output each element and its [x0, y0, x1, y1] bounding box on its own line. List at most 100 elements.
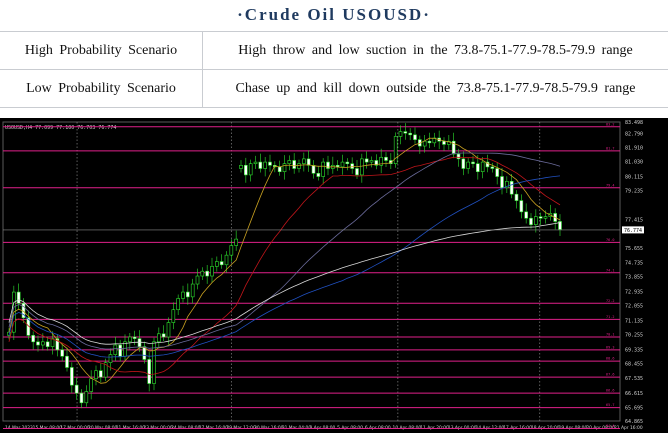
candle-body [108, 354, 113, 363]
candle-body [476, 163, 480, 173]
candle-body [219, 261, 224, 266]
candle-body [466, 161, 470, 169]
candle-body [244, 164, 248, 176]
level-label: 83.2 [606, 122, 614, 126]
candle-body [113, 344, 118, 355]
candle-body [398, 131, 403, 137]
candle-body [210, 266, 214, 277]
candle-body [292, 160, 296, 169]
table-row: High Probability Scenario High throw and… [0, 31, 668, 70]
candle-body [89, 378, 93, 392]
candle-body [384, 156, 388, 161]
candle-body [456, 153, 461, 160]
y-tick-label: 73.855 [625, 275, 643, 281]
candle-body [422, 140, 427, 147]
y-tick-label: 69.335 [625, 347, 643, 353]
y-tick-label: 72.055 [625, 304, 643, 310]
candle-body [403, 131, 408, 134]
candle-body [413, 134, 417, 140]
candle-body [461, 158, 466, 169]
scenario-text-high: High throw and low suction in the 73.8-7… [202, 31, 668, 70]
y-tick-label: 75.655 [625, 246, 643, 252]
candle-body [408, 132, 412, 136]
candle-body [195, 275, 200, 285]
candle-body [132, 336, 137, 339]
candle-body [147, 359, 151, 384]
candle-body [529, 217, 533, 225]
candle-body [128, 336, 132, 343]
candle-body [263, 161, 267, 169]
level-label: 70.1 [606, 332, 614, 336]
page-title: ·Crude Oil USOUSD· [237, 5, 431, 24]
candle-body [79, 392, 84, 404]
candle-body [41, 341, 45, 346]
candle-body [224, 254, 229, 266]
y-tick-label: 71.135 [625, 318, 643, 324]
candle-body [480, 161, 485, 173]
y-tick-label: 68.455 [625, 361, 643, 367]
candle-body [534, 216, 538, 225]
candle-body [427, 140, 432, 144]
candle-body [258, 161, 263, 169]
candle-body [99, 370, 103, 378]
candle-body [186, 291, 190, 298]
candle-body [234, 238, 238, 246]
candle-body [524, 211, 528, 219]
candle-body [302, 158, 306, 164]
level-label: 69.3 [606, 345, 614, 349]
candle-body [471, 161, 475, 164]
y-tick-label: 66.615 [625, 391, 643, 397]
candle-body [282, 163, 287, 173]
level-label: 81.7 [606, 146, 614, 150]
candle-body [321, 161, 325, 177]
moving-average-line [8, 222, 561, 345]
candle-body [490, 166, 495, 169]
candle-body [94, 370, 98, 380]
candle-body [176, 298, 180, 311]
candle-body [118, 344, 122, 357]
candle-body [200, 270, 205, 277]
candle-body [84, 391, 89, 404]
candle-body [161, 333, 166, 338]
y-tick-label: 82.790 [625, 131, 643, 137]
candle-body [355, 168, 359, 176]
candle-body [509, 181, 514, 195]
candle-body [268, 161, 272, 166]
candle-body [345, 161, 350, 164]
y-tick-label: 81.030 [625, 160, 643, 166]
candle-body [277, 166, 282, 173]
candle-body [157, 333, 161, 343]
scenario-label-high: High Probability Scenario [0, 31, 203, 70]
symbol-header: USOUSD,H4 77.099 77.100 76.703 76.774 [5, 125, 116, 131]
candle-body [253, 161, 258, 164]
price-chart: USOUSD,H4 77.099 77.100 76.703 76.774 83.… [0, 118, 668, 433]
candle-body [442, 140, 446, 145]
y-tick-label: 77.415 [625, 218, 643, 224]
y-tick-label: 79.235 [625, 188, 643, 194]
level-label: 67.6 [606, 373, 614, 377]
candle-body [287, 160, 292, 164]
candle-body [31, 335, 35, 343]
y-tick-label: 70.255 [625, 333, 643, 339]
level-label: 72.2 [606, 299, 614, 303]
level-label: 65.7 [606, 403, 614, 407]
candle-body [316, 173, 321, 177]
candle-body [350, 163, 354, 169]
candle-body [16, 291, 21, 304]
candle-body [369, 160, 374, 163]
y-tick-label: 80.115 [625, 174, 643, 180]
table-row: Low Probability Scenario Chase up and ki… [0, 69, 668, 108]
candle-body [360, 158, 364, 176]
candle-body [364, 158, 369, 163]
candle-body [229, 245, 234, 256]
level-label: 71.2 [606, 315, 614, 319]
level-label: 79.4 [606, 183, 614, 187]
candle-body [306, 158, 311, 166]
candle-body [205, 270, 209, 277]
candle-body [326, 161, 330, 169]
y-tick-label: 65.695 [625, 406, 643, 412]
y-tick-label: 72.935 [625, 290, 643, 296]
moving-average-line [8, 175, 561, 358]
candle-body [239, 164, 243, 169]
chart-canvas: USOUSD,H4 77.099 77.100 76.703 76.774 83.… [2, 120, 644, 431]
